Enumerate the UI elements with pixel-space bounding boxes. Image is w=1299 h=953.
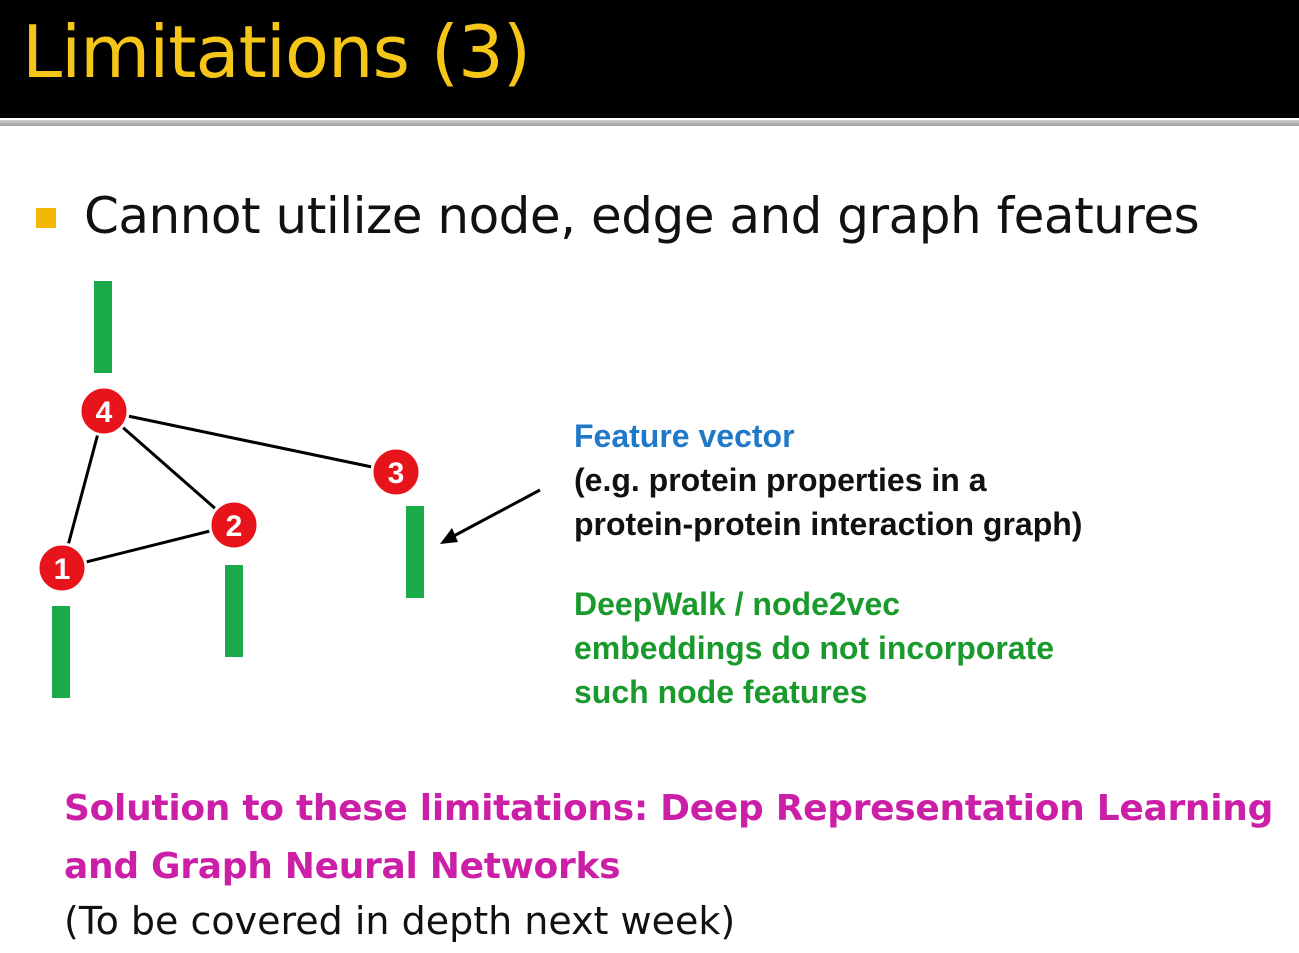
feature-bar-4 [94, 281, 112, 373]
title-divider [0, 120, 1299, 126]
bullet-marker [36, 208, 56, 228]
coverage-note: (To be covered in depth next week) [64, 899, 736, 943]
deepwalk-note: DeepWalk / node2vec embeddings do not in… [574, 582, 1054, 714]
feature-vector-caption: Feature vector (e.g. protein properties … [574, 414, 1082, 546]
node-3: 3 [370, 446, 422, 498]
arrow-head [440, 528, 458, 544]
slide-title: Limitations (3) [22, 10, 531, 94]
solution-line: and Graph Neural Networks [64, 846, 621, 887]
bullet-text: Cannot utilize node, edge and graph feat… [84, 187, 1200, 245]
node-label: 3 [388, 457, 405, 490]
node-1: 1 [36, 542, 88, 594]
feature-vector-title: Feature vector [574, 418, 795, 454]
deepwalk-note-line: embeddings do not incorporate [574, 630, 1055, 666]
feature-vector-desc-line: protein-protein interaction graph) [574, 506, 1083, 542]
edge-4-2 [103, 409, 235, 527]
node-label: 2 [226, 510, 243, 543]
feature-bar-2 [225, 565, 243, 657]
title-bar: Limitations (3) [0, 0, 1299, 118]
feature-bar-1 [52, 606, 70, 698]
solution-line: Solution to these limitations: Deep Repr… [64, 788, 1274, 829]
node-2: 2 [208, 499, 260, 551]
node-4: 4 [78, 385, 130, 437]
edge-1-2 [61, 523, 235, 570]
feature-vector-desc-line: (e.g. protein properties in a [574, 462, 987, 498]
graph-diagram: 4 3 2 1 [36, 281, 541, 698]
deepwalk-note-line: DeepWalk / node2vec [574, 586, 901, 622]
node-label: 4 [96, 396, 113, 429]
edge-4-3 [103, 409, 397, 474]
feature-bar-3 [406, 506, 424, 598]
pointer-arrow [449, 488, 541, 540]
solution-text: Solution to these limitations: Deep Repr… [64, 780, 1273, 896]
node-label: 1 [54, 553, 71, 586]
deepwalk-note-line: such node features [574, 674, 868, 710]
